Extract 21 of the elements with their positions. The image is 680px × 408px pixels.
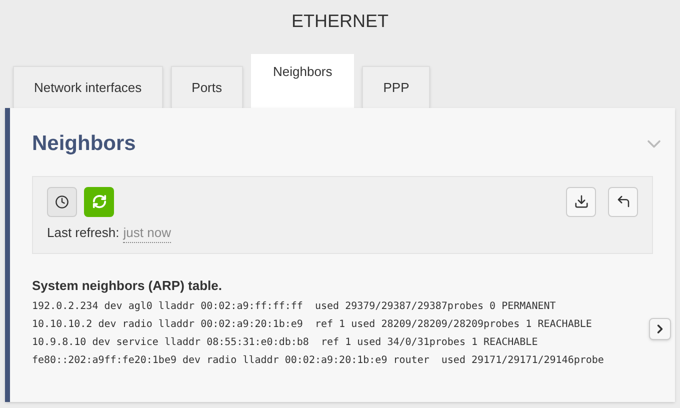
download-icon bbox=[574, 194, 588, 209]
return-arrow-icon bbox=[616, 194, 630, 209]
neighbor-entry: 192.0.2.234 dev agl0 lladdr 00:02:a9:ff:ff:ff used 29379/29387/29387probes 0 PERMANENT bbox=[32, 300, 556, 314]
tab[interactable]: Network interfaces bbox=[13, 66, 163, 108]
tab[interactable]: Neighbors bbox=[251, 54, 354, 108]
clock-icon bbox=[55, 194, 69, 208]
last-refresh-time: just now bbox=[123, 222, 171, 243]
neighbor-entry: fe80::202:a9ff:fe20:1be9 dev radio lladdr 00:02:a9:20:1b:e9 router used 29171/29171/29146probe bbox=[32, 354, 604, 368]
section-title: Neighbors bbox=[32, 131, 136, 157]
neighbor-entry: 10.10.10.2 dev radio lladdr 00:02:a9:20:1b:e9 ref 1 used 28209/28209/28209probes 1 REACHABLE bbox=[32, 318, 592, 332]
return-button[interactable] bbox=[608, 186, 638, 216]
table-title: System neighbors (ARP) table. bbox=[32, 277, 223, 295]
refresh-icon bbox=[92, 194, 106, 209]
tab[interactable]: PPP bbox=[362, 66, 430, 108]
last-refresh-label: Last refresh: bbox=[47, 224, 120, 242]
tab[interactable]: Ports bbox=[170, 66, 243, 108]
scroll-right-button[interactable] bbox=[649, 318, 671, 340]
page-title: ETHERNET bbox=[290, 10, 390, 33]
clock-button[interactable] bbox=[47, 186, 77, 216]
neighbor-entry: 10.9.8.10 dev service lladdr 08:55:31:e0:db:b8 ref 1 used 34/0/31probes 1 REACHABLE bbox=[32, 336, 538, 350]
download-button[interactable] bbox=[566, 186, 596, 216]
